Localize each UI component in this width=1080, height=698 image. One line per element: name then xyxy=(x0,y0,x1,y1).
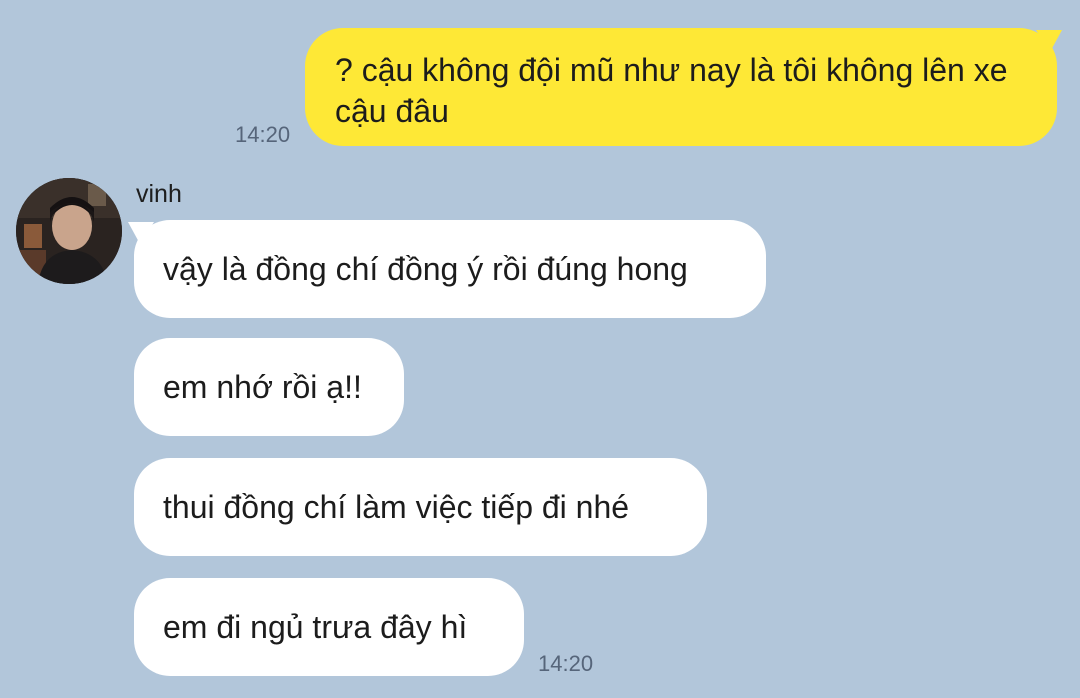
incoming-message-bubble[interactable]: em đi ngủ trưa đây hì xyxy=(134,578,524,676)
incoming-timestamp: 14:20 xyxy=(538,651,594,676)
chat-area: ? cậu không đội mũ như nay là tôi không … xyxy=(0,0,1080,698)
incoming-message-bubble[interactable]: thui đồng chí làm việc tiếp đi nhé xyxy=(134,458,707,556)
incoming-message-text: em nhớ rồi ạ!! xyxy=(163,369,362,405)
outgoing-message-text: ? cậu không đội mũ như nay là tôi không … xyxy=(335,52,1008,129)
sender-name[interactable]: vinh xyxy=(136,180,182,208)
avatar[interactable] xyxy=(16,178,122,284)
outgoing-message-bubble[interactable]: ? cậu không đội mũ như nay là tôi không … xyxy=(305,28,1057,146)
incoming-message-bubble[interactable]: em nhớ rồi ạ!! xyxy=(134,338,404,436)
incoming-message-bubble[interactable]: vậy là đồng chí đồng ý rồi đúng hong xyxy=(134,220,766,318)
incoming-message-text: em đi ngủ trưa đây hì xyxy=(163,609,468,645)
outgoing-timestamp: 14:20 xyxy=(235,122,291,147)
avatar-photo xyxy=(16,178,122,284)
incoming-message-text: vậy là đồng chí đồng ý rồi đúng hong xyxy=(163,251,688,287)
incoming-message-text: thui đồng chí làm việc tiếp đi nhé xyxy=(163,489,630,525)
